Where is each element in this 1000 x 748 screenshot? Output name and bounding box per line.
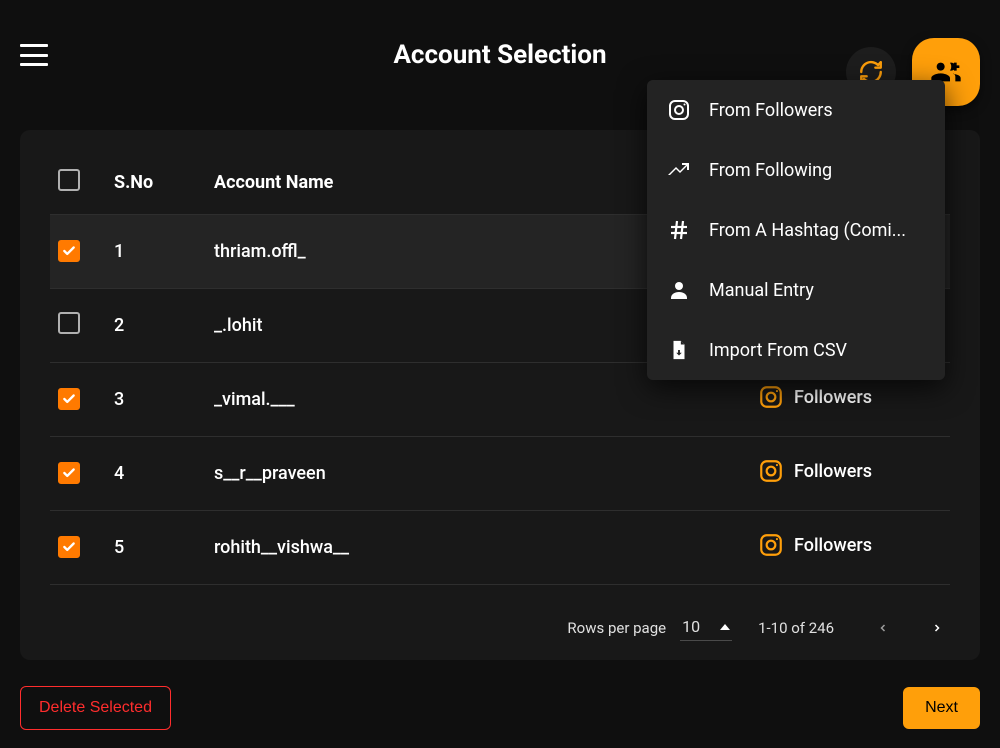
row-checkbox[interactable] bbox=[58, 536, 80, 558]
row-sno: 1 bbox=[106, 215, 206, 289]
row-checkbox[interactable] bbox=[58, 388, 80, 410]
row-source: Followers bbox=[750, 511, 950, 585]
table-row: 4s__r__praveenFollowers bbox=[50, 437, 950, 511]
person-icon bbox=[667, 278, 691, 302]
next-page-button[interactable] bbox=[924, 615, 950, 641]
row-checkbox[interactable] bbox=[58, 462, 80, 484]
menu-item-hashtag[interactable]: From A Hashtag (Comi... bbox=[647, 200, 945, 260]
table-row: 5rohith__vishwa__Followers bbox=[50, 511, 950, 585]
next-button[interactable]: Next bbox=[903, 687, 980, 729]
row-sno: 4 bbox=[106, 437, 206, 511]
row-sno: 2 bbox=[106, 289, 206, 363]
row-sno: 6 bbox=[106, 585, 206, 601]
row-source: Followers bbox=[750, 437, 950, 511]
menu-button[interactable] bbox=[20, 44, 48, 66]
menu-item-label: Manual Entry bbox=[709, 280, 814, 301]
rows-per-page-select[interactable]: 10 bbox=[680, 615, 732, 641]
dropdown-icon bbox=[720, 624, 730, 630]
rows-per-page-label: Rows per page bbox=[567, 619, 666, 637]
menu-item-label: From A Hashtag (Comi... bbox=[709, 220, 906, 241]
menu-item-person[interactable]: Manual Entry bbox=[647, 260, 945, 320]
instagram-icon bbox=[667, 98, 691, 122]
rows-per-page-value: 10 bbox=[682, 617, 700, 636]
row-checkbox[interactable] bbox=[58, 312, 80, 334]
rows-per-page: Rows per page 10 bbox=[567, 615, 732, 641]
menu-item-label: Import From CSV bbox=[709, 340, 847, 361]
menu-item-label: From Following bbox=[709, 160, 832, 181]
hashtag-icon bbox=[667, 218, 691, 242]
menu-item-instagram[interactable]: From Followers bbox=[647, 80, 945, 140]
chevron-left-icon bbox=[877, 619, 889, 637]
menu-item-file[interactable]: Import From CSV bbox=[647, 320, 945, 380]
bottom-actions: Delete Selected Next bbox=[20, 686, 980, 730]
trend-icon bbox=[667, 158, 691, 182]
menu-item-label: From Followers bbox=[709, 100, 833, 121]
row-checkbox[interactable] bbox=[58, 240, 80, 262]
delete-selected-button[interactable]: Delete Selected bbox=[20, 686, 171, 730]
add-accounts-menu: From Followers From Following From A Hasht… bbox=[647, 80, 945, 380]
chevron-right-icon bbox=[931, 619, 943, 637]
row-account-name: s__r__praveen bbox=[206, 437, 750, 511]
header-sno: S.No bbox=[106, 155, 206, 215]
table-row: 6amr.xs._Followers bbox=[50, 585, 950, 601]
row-sno: 3 bbox=[106, 363, 206, 437]
row-account-name: amr.xs._ bbox=[206, 585, 750, 601]
pagination: Rows per page 10 1-10 of 246 bbox=[20, 608, 950, 648]
pagination-range: 1-10 of 246 bbox=[758, 619, 834, 637]
row-account-name: rohith__vishwa__ bbox=[206, 511, 750, 585]
select-all-checkbox[interactable] bbox=[58, 169, 80, 191]
page-title: Account Selection bbox=[393, 40, 606, 70]
menu-item-trend[interactable]: From Following bbox=[647, 140, 945, 200]
prev-page-button[interactable] bbox=[870, 615, 896, 641]
file-icon bbox=[667, 338, 691, 362]
row-source: Followers bbox=[750, 585, 950, 601]
row-sno: 5 bbox=[106, 511, 206, 585]
